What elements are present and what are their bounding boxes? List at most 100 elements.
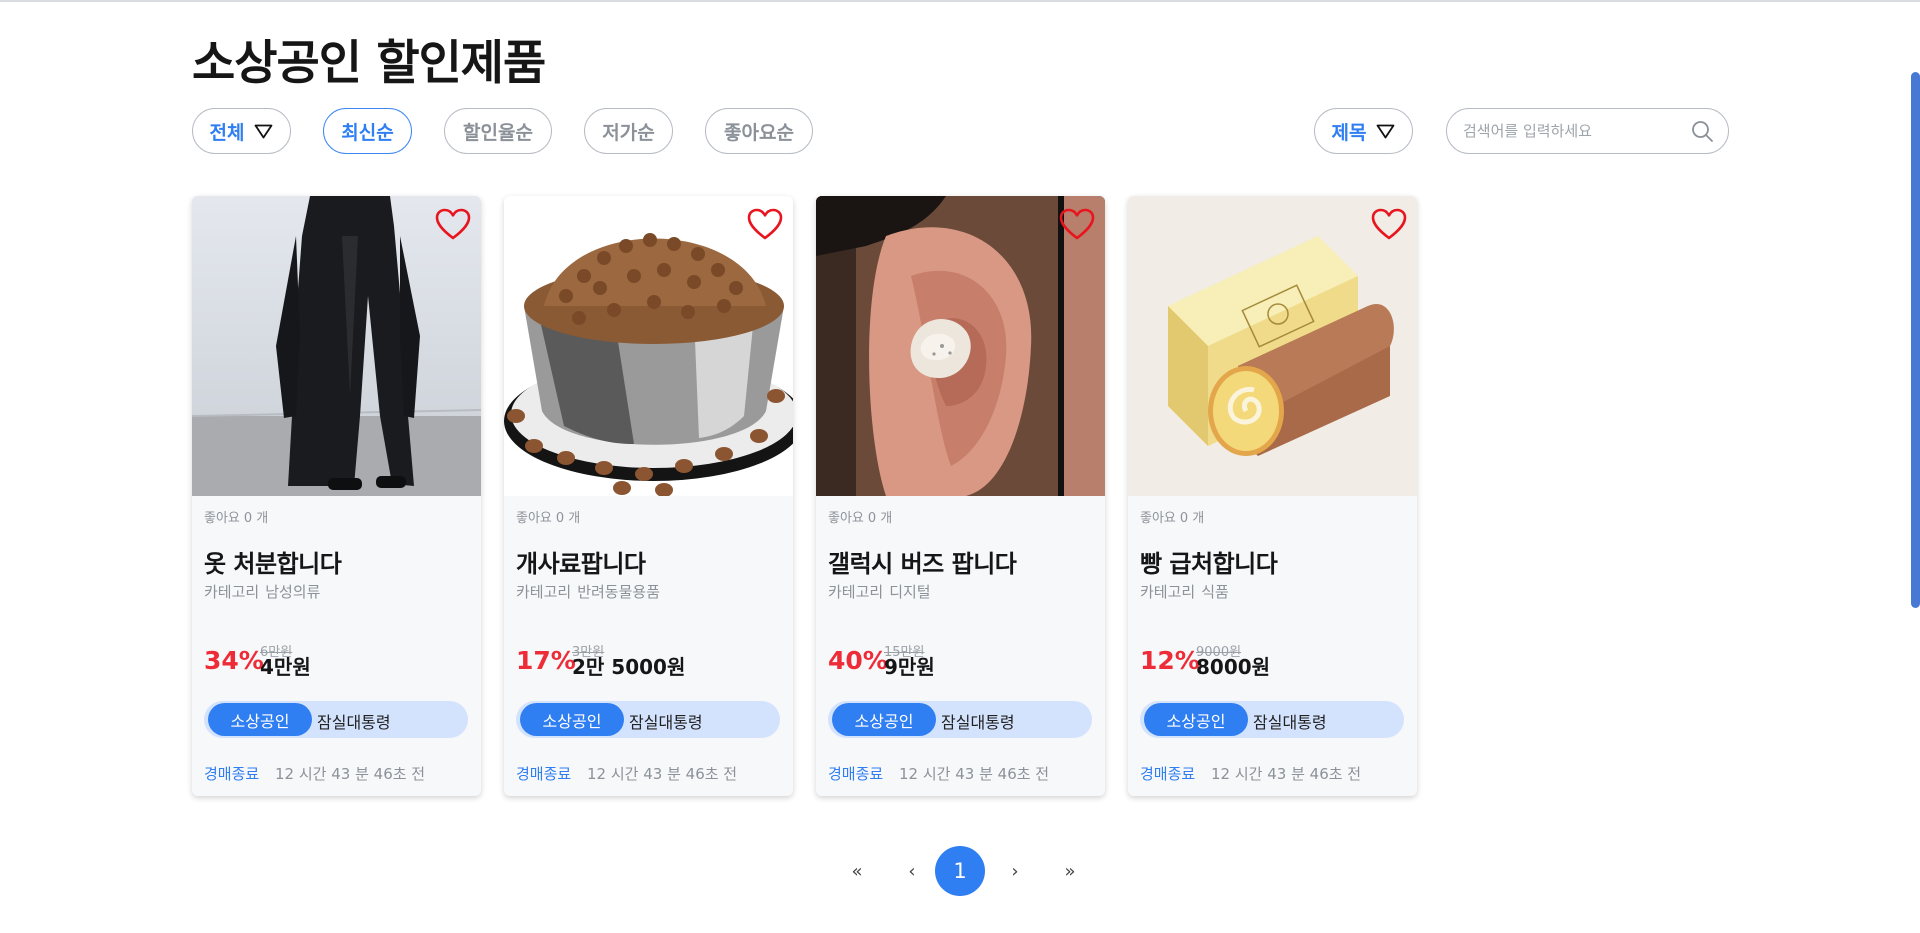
sort-discount-button[interactable]: 할인율순: [444, 108, 552, 154]
category-label: 카테고리: [204, 583, 260, 601]
likes-count: 좋아요 0 개: [828, 507, 896, 526]
sort-likes-button[interactable]: 좋아요순: [705, 108, 813, 154]
auction-status: 경매종료: [828, 765, 884, 783]
likes-count: 좋아요 0 개: [1140, 507, 1208, 526]
product-image[interactable]: [816, 196, 1105, 496]
triangle-down-icon: [1376, 124, 1395, 139]
product-name[interactable]: 개사료팝니다: [516, 544, 646, 579]
page-title: 소상공인 할인제품: [192, 36, 546, 91]
time-left: 12 시간 43 분 46초 전: [275, 765, 426, 783]
seller-name: 잠실대통령: [1253, 713, 1327, 732]
sale-price: 4만원: [260, 655, 311, 679]
page-1-button[interactable]: 1: [935, 846, 985, 896]
seller-tag: 소상공인 잠실대통령: [516, 701, 780, 738]
seller-tag: 소상공인 잠실대통령: [1140, 701, 1404, 738]
likes-label: 좋아요: [828, 511, 864, 526]
likes-count: 좋아요 0 개: [516, 507, 584, 526]
product-category: 카테고리 디지털: [828, 581, 937, 602]
sort-likes-label: 좋아요순: [724, 121, 794, 144]
time-left: 12 시간 43 분 46초 전: [1211, 765, 1362, 783]
search-icon[interactable]: [1691, 120, 1714, 147]
seller-badge: 소상공인: [1144, 703, 1248, 736]
first-page-button[interactable]: «: [832, 846, 882, 896]
seller-badge: 소상공인: [208, 703, 312, 736]
product-image[interactable]: [1128, 196, 1417, 496]
vertical-scrollbar[interactable]: [1911, 72, 1920, 608]
discount-rate: 34%: [204, 646, 264, 675]
filter-bar: 전체 최신순 할인율순 저가순 좋아요순 제목: [192, 108, 1729, 154]
sort-latest-button[interactable]: 최신순: [323, 108, 412, 154]
product-image[interactable]: [192, 196, 481, 496]
auction-status: 경매종료: [204, 765, 260, 783]
auction-status: 경매종료: [1140, 765, 1196, 783]
product-category: 카테고리 남성의류: [204, 581, 326, 602]
auction-status: 경매종료: [516, 765, 572, 783]
product-category: 카테고리 식품: [1140, 581, 1235, 602]
category-label: 카테고리: [828, 583, 884, 601]
category-label: 카테고리: [1140, 583, 1196, 601]
seller-tag: 소상공인 잠실대통령: [828, 701, 1092, 738]
sort-latest-label: 최신순: [341, 121, 394, 144]
likes-label: 좋아요: [516, 511, 552, 526]
likes-value: 0 개: [1179, 511, 1205, 526]
dog-food-bowl-photo: [504, 196, 793, 496]
product-card[interactable]: 좋아요 0 개 개사료팝니다 카테고리 반려동물용품 17% 3만원 2만 5000…: [504, 196, 793, 796]
seller-badge: 소상공인: [832, 703, 936, 736]
seller-name: 잠실대통령: [629, 713, 703, 732]
discount-rate: 17%: [516, 646, 576, 675]
category-value: 남성의류: [265, 583, 321, 601]
sale-price: 2만 5000원: [572, 655, 686, 679]
product-card[interactable]: 좋아요 0 개 옷 처분합니다 카테고리 남성의류 34% 6만원 4만원 소상공인…: [192, 196, 481, 796]
product-name[interactable]: 옷 처분합니다: [204, 544, 342, 579]
search-box: [1446, 108, 1729, 154]
discount-rate: 12%: [1140, 646, 1200, 675]
triangle-down-icon: [254, 124, 273, 139]
prev-page-button[interactable]: ‹: [887, 846, 937, 896]
time-left: 12 시간 43 분 46초 전: [587, 765, 738, 783]
scope-label: 전체: [209, 121, 245, 144]
seller-badge: 소상공인: [520, 703, 624, 736]
heart-icon[interactable]: [1059, 208, 1095, 241]
product-name[interactable]: 빵 급처합니다: [1140, 544, 1278, 579]
product-grid: 좋아요 0 개 옷 처분합니다 카테고리 남성의류 34% 6만원 4만원 소상공인…: [192, 196, 1417, 796]
last-page-button[interactable]: »: [1045, 846, 1095, 896]
heart-icon[interactable]: [747, 208, 783, 241]
roll-cake-photo: [1128, 196, 1417, 496]
product-image[interactable]: [504, 196, 793, 496]
search-field-label: 제목: [1331, 121, 1367, 144]
likes-value: 0 개: [555, 511, 581, 526]
likes-label: 좋아요: [1140, 511, 1176, 526]
pagination: « ‹ 1 › »: [832, 846, 1088, 896]
seller-name: 잠실대통령: [941, 713, 1015, 732]
black-coat-photo: [192, 196, 481, 496]
likes-value: 0 개: [243, 511, 269, 526]
scope-dropdown[interactable]: 전체: [192, 108, 291, 154]
category-value: 반려동물용품: [577, 583, 661, 601]
seller-tag: 소상공인 잠실대통령: [204, 701, 468, 738]
discount-rate: 40%: [828, 646, 888, 675]
category-label: 카테고리: [516, 583, 572, 601]
time-left: 12 시간 43 분 46초 전: [899, 765, 1050, 783]
galaxy-buds-ear-photo: [816, 196, 1105, 496]
search-field-dropdown[interactable]: 제목: [1314, 108, 1413, 154]
heart-icon[interactable]: [435, 208, 471, 241]
heart-icon[interactable]: [1371, 208, 1407, 241]
sort-lowprice-button[interactable]: 저가순: [584, 108, 673, 154]
product-category: 카테고리 반려동물용품: [516, 581, 666, 602]
category-value: 식품: [1201, 583, 1229, 601]
category-value: 디지털: [889, 583, 931, 601]
product-card[interactable]: 좋아요 0 개 갤럭시 버즈 팝니다 카테고리 디지털 40% 15만원 9만원 소…: [816, 196, 1105, 796]
sort-discount-label: 할인율순: [463, 121, 533, 144]
sort-lowprice-label: 저가순: [602, 121, 655, 144]
likes-label: 좋아요: [204, 511, 240, 526]
product-card[interactable]: 좋아요 0 개 빵 급처합니다 카테고리 식품 12% 9000원 8000원 소상…: [1128, 196, 1417, 796]
next-page-button[interactable]: ›: [990, 846, 1040, 896]
likes-value: 0 개: [867, 511, 893, 526]
likes-count: 좋아요 0 개: [204, 507, 272, 526]
seller-name: 잠실대통령: [317, 713, 391, 732]
search-input[interactable]: [1463, 119, 1683, 143]
top-border: [0, 0, 1920, 2]
sale-price: 9만원: [884, 655, 935, 679]
sale-price: 8000원: [1196, 655, 1271, 679]
product-name[interactable]: 갤럭시 버즈 팝니다: [828, 544, 1017, 579]
